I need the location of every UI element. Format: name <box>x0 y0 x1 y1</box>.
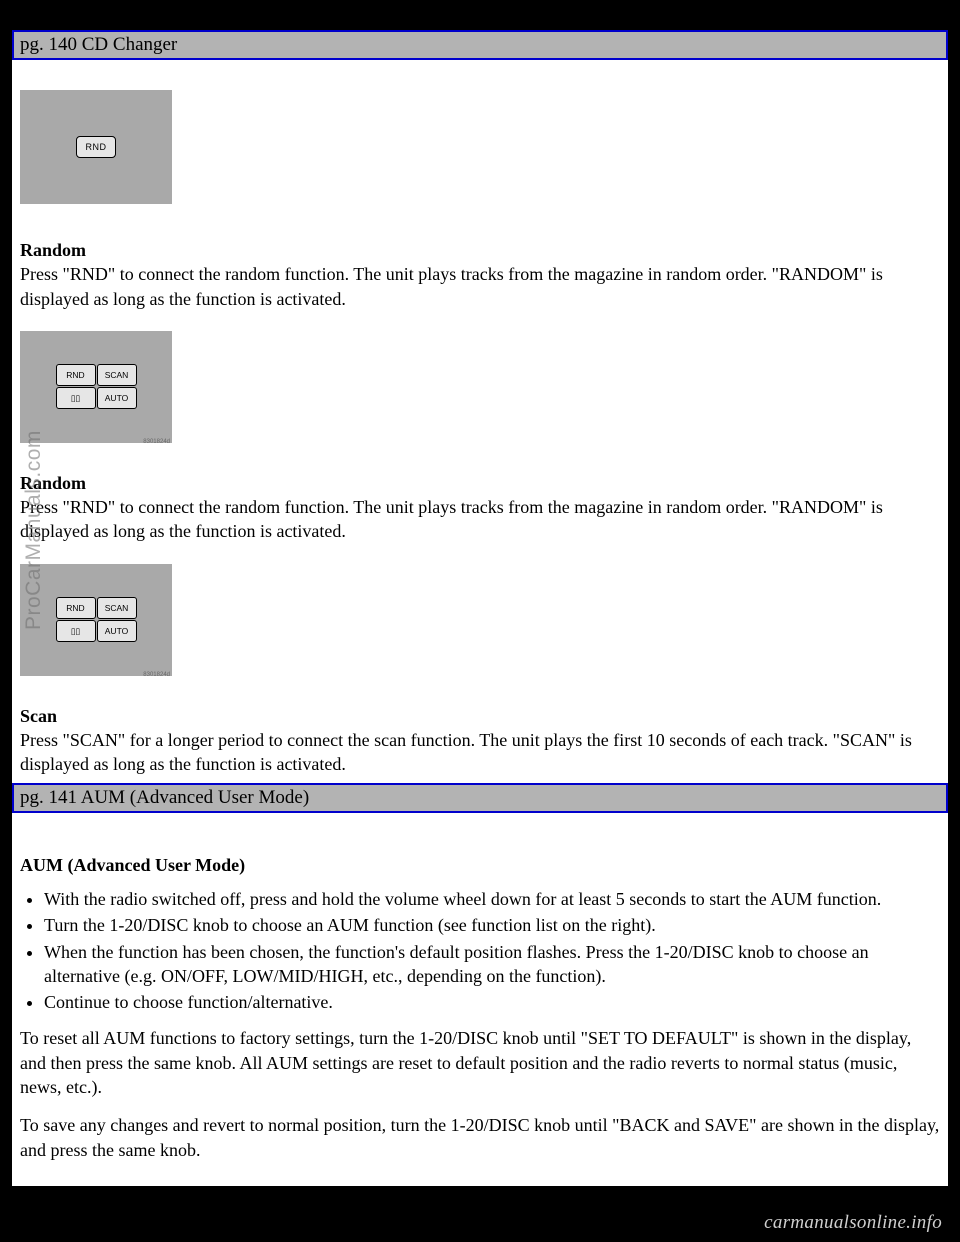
grid2-dolby: ▯▯ <box>56 620 96 642</box>
grid2-auto: AUTO <box>97 620 137 642</box>
random2-title: Random <box>20 471 940 495</box>
section-header-140: pg. 140 CD Changer <box>12 30 948 60</box>
grid2-rnd: RND <box>56 597 96 619</box>
section-header-141: pg. 141 AUM (Advanced User Mode) <box>12 783 948 813</box>
aum-bullet-2: When the function has been chosen, the f… <box>44 940 940 989</box>
rnd-button-glyph: RND <box>76 136 116 158</box>
grid1-auto-label: AUTO <box>105 394 128 403</box>
scan-body: Press "SCAN" for a longer period to conn… <box>20 728 940 777</box>
rnd-button-label: RND <box>86 143 107 152</box>
button-grid-2: RND SCAN ▯▯ AUTO <box>56 597 137 642</box>
aum-bullet-1: Turn the 1-20/DISC knob to choose an AUM… <box>44 913 940 937</box>
figure-caption-1: 8301824d <box>143 439 170 445</box>
aum-bullet-3: Continue to choose function/alternative. <box>44 990 940 1014</box>
random-section-1: Random Press "RND" to connect the random… <box>12 228 948 317</box>
grid1-scan: SCAN <box>97 364 137 386</box>
page-root: pg. 140 CD Changer RND Random Press "RND… <box>0 0 960 1242</box>
figure-button-grid-2: RND SCAN ▯▯ AUTO 8301824d <box>20 564 172 676</box>
grid1-scan-label: SCAN <box>105 371 129 380</box>
figure-rnd-button: RND <box>20 90 172 204</box>
grid1-rnd: RND <box>56 364 96 386</box>
aum-bullet-0: With the radio switched off, press and h… <box>44 887 940 911</box>
grid1-dolby-label: ▯▯ <box>71 394 80 403</box>
aum-section: AUM (Advanced User Mode) With the radio … <box>12 813 948 1186</box>
section-header-140-text: pg. 140 CD Changer <box>20 34 177 55</box>
grid2-dolby-label: ▯▯ <box>71 627 80 636</box>
grid1-auto: AUTO <box>97 387 137 409</box>
scan-title: Scan <box>20 704 940 728</box>
aum-bullets: With the radio switched off, press and h… <box>20 887 940 1014</box>
button-grid-1: RND SCAN ▯▯ AUTO <box>56 364 137 409</box>
random1-body: Press "RND" to connect the random functi… <box>20 262 940 311</box>
figure-caption-2: 8301824d <box>143 672 170 678</box>
grid2-auto-label: AUTO <box>105 627 128 636</box>
section-header-141-text: pg. 141 AUM (Advanced User Mode) <box>20 787 309 808</box>
watermark-footer: carmanualsonline.info <box>764 1212 942 1234</box>
random2-body: Press "RND" to connect the random functi… <box>20 495 940 544</box>
random-section-2: Random Press "RND" to connect the random… <box>12 461 948 550</box>
grid2-rnd-label: RND <box>66 604 84 613</box>
aum-save: To save any changes and revert to normal… <box>20 1113 940 1162</box>
grid1-dolby: ▯▯ <box>56 387 96 409</box>
content-area: pg. 140 CD Changer RND Random Press "RND… <box>12 30 948 1186</box>
grid2-scan: SCAN <box>97 597 137 619</box>
random1-title: Random <box>20 238 940 262</box>
scan-section: Scan Press "SCAN" for a longer period to… <box>12 694 948 783</box>
aum-reset: To reset all AUM functions to factory se… <box>20 1026 940 1099</box>
aum-title: AUM (Advanced User Mode) <box>20 853 940 877</box>
grid1-rnd-label: RND <box>66 371 84 380</box>
figure-button-grid-1: RND SCAN ▯▯ AUTO 8301824d <box>20 331 172 443</box>
grid2-scan-label: SCAN <box>105 604 129 613</box>
